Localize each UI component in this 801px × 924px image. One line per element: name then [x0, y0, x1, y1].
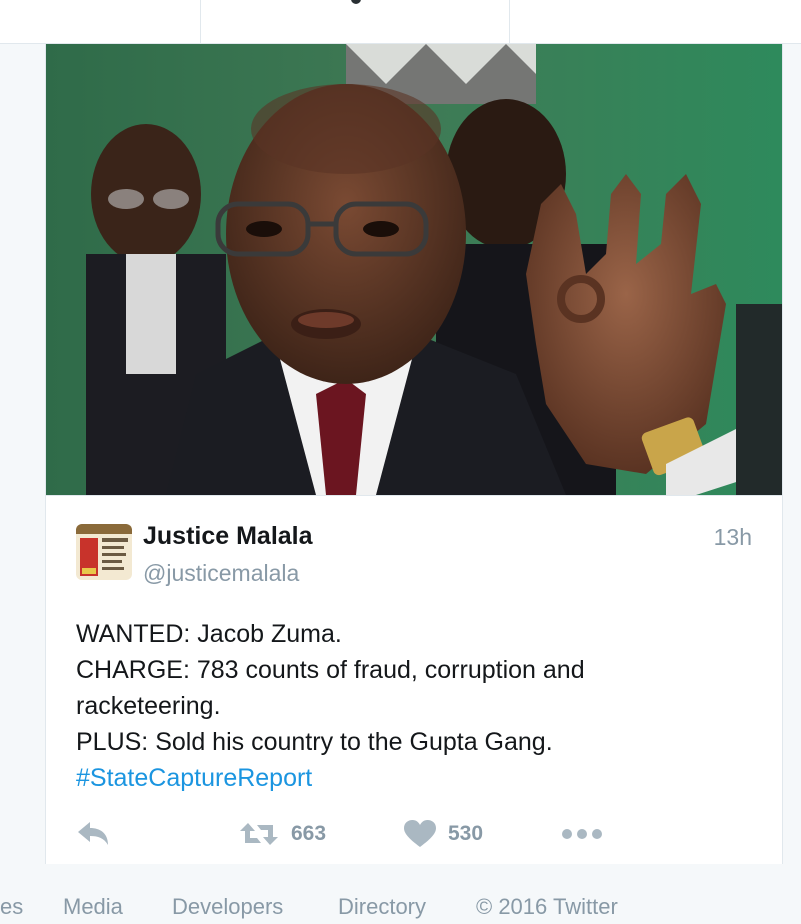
- footer-links: es Media Developers Directory © 2016 Twi…: [0, 880, 801, 924]
- retweet-button[interactable]: 663: [239, 814, 326, 854]
- footer-copyright: © 2016 Twitter: [476, 894, 618, 919]
- nav-tab[interactable]: [200, 0, 510, 44]
- reply-icon: [78, 822, 108, 845]
- footer-link-developers[interactable]: Developers: [172, 894, 283, 920]
- author-avatar[interactable]: [76, 524, 132, 580]
- footer-link-directory[interactable]: Directory: [338, 894, 426, 920]
- more-dots-icon: [562, 829, 602, 839]
- tweet-photo[interactable]: [46, 44, 782, 496]
- retweet-icon: [240, 823, 278, 845]
- tweet-actions: 663 530: [76, 814, 756, 854]
- author-handle[interactable]: @justicemalala: [143, 560, 299, 587]
- like-button[interactable]: 530: [404, 814, 483, 854]
- retweet-count: 663: [291, 822, 327, 845]
- avatar-book-cover-image: [76, 524, 132, 580]
- footer-link[interactable]: es: [0, 894, 23, 920]
- nav-tab-label-fragment: [351, 0, 361, 4]
- tweet-line: CHARGE: 783 counts of fraud, corruption …: [76, 656, 585, 684]
- footer-link-media[interactable]: Media: [63, 894, 123, 920]
- heart-icon: [404, 820, 436, 847]
- photo-of-man-gesturing-ok: [46, 44, 782, 495]
- top-navigation-bar: [0, 0, 801, 44]
- tweet-line: PLUS: Sold his country to the Gupta Gang…: [76, 728, 553, 756]
- tweet-line: racketeering.: [76, 692, 221, 720]
- like-count: 530: [448, 822, 484, 845]
- tweet-text: WANTED: Jacob Zuma. CHARGE: 783 counts o…: [76, 616, 716, 796]
- author-name[interactable]: Justice Malala: [143, 522, 313, 551]
- reply-button[interactable]: [76, 814, 110, 854]
- tweet-card[interactable]: Justice Malala @justicemalala 13h WANTED…: [45, 44, 783, 864]
- more-options-button[interactable]: [561, 814, 603, 854]
- tweet-line: WANTED: Jacob Zuma.: [76, 620, 342, 648]
- hashtag-link[interactable]: #StateCaptureReport: [76, 760, 716, 796]
- tweet-timestamp[interactable]: 13h: [714, 524, 752, 551]
